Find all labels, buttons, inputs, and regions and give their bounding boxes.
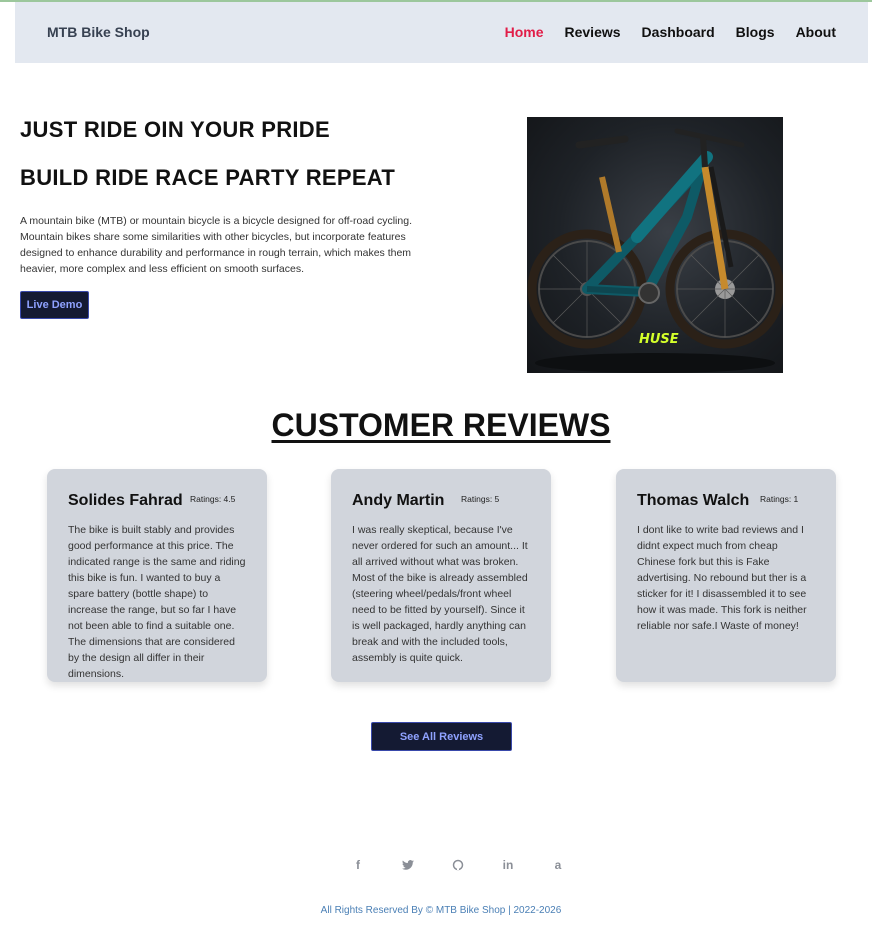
bike-logo-text: HUSE: [639, 332, 679, 347]
review-text: I dont like to write bad reviews and I d…: [637, 524, 807, 632]
review-rating: Ratings: 5: [461, 494, 500, 504]
reviewer-name: Solides Fahrad: [68, 492, 183, 509]
review-rating: Ratings: 1: [760, 494, 799, 504]
see-all-reviews-button[interactable]: See All Reviews: [371, 722, 512, 751]
linkedin-icon[interactable]: in: [483, 856, 533, 874]
amazon-icon[interactable]: a: [533, 856, 583, 874]
nav-link-about[interactable]: About: [796, 24, 836, 40]
social-links: f in a: [333, 856, 583, 874]
main-nav: Home Reviews Dashboard Blogs About: [505, 24, 836, 40]
facebook-icon[interactable]: f: [333, 856, 383, 874]
mountain-bike-image: HUSE: [527, 117, 783, 373]
twitter-icon[interactable]: [383, 856, 433, 874]
brand-logo[interactable]: MTB Bike Shop: [47, 24, 150, 40]
hero-title-line2: BUILD RIDE RACE PARTY REPEAT: [20, 165, 396, 190]
hero-description: A mountain bike (MTB) or mountain bicycl…: [20, 215, 412, 275]
reviewer-name: Thomas Walch: [637, 492, 750, 509]
nav-link-blogs[interactable]: Blogs: [736, 24, 775, 40]
review-rating: Ratings: 4.5: [190, 494, 236, 504]
reviews-section-title: CUSTOMER REVIEWS: [271, 407, 611, 443]
hero-title-line1: JUST RIDE OIN YOUR PRIDE: [20, 117, 330, 142]
nav-link-home[interactable]: Home: [505, 24, 544, 40]
review-text: The bike is built stably and provides go…: [68, 524, 246, 680]
nav-link-dashboard[interactable]: Dashboard: [642, 24, 715, 40]
review-card: Andy Martin Ratings: 5 I was really skep…: [331, 469, 551, 682]
review-text: I was really skeptical, because I've nev…: [352, 524, 528, 664]
bike-illustration: HUSE: [527, 128, 783, 373]
copyright-text: All Rights Reserved By © MTB Bike Shop |…: [320, 905, 562, 916]
reviewer-name: Andy Martin: [352, 492, 445, 509]
review-card: Solides Fahrad Ratings: 4.5 The bike is …: [47, 469, 267, 682]
navbar: MTB Bike Shop Home Reviews Dashboard Blo…: [15, 2, 868, 63]
nav-link-reviews[interactable]: Reviews: [565, 24, 621, 40]
live-demo-button[interactable]: Live Demo: [20, 291, 89, 319]
github-icon[interactable]: [433, 856, 483, 874]
review-card: Thomas Walch Ratings: 1 I dont like to w…: [616, 469, 836, 682]
